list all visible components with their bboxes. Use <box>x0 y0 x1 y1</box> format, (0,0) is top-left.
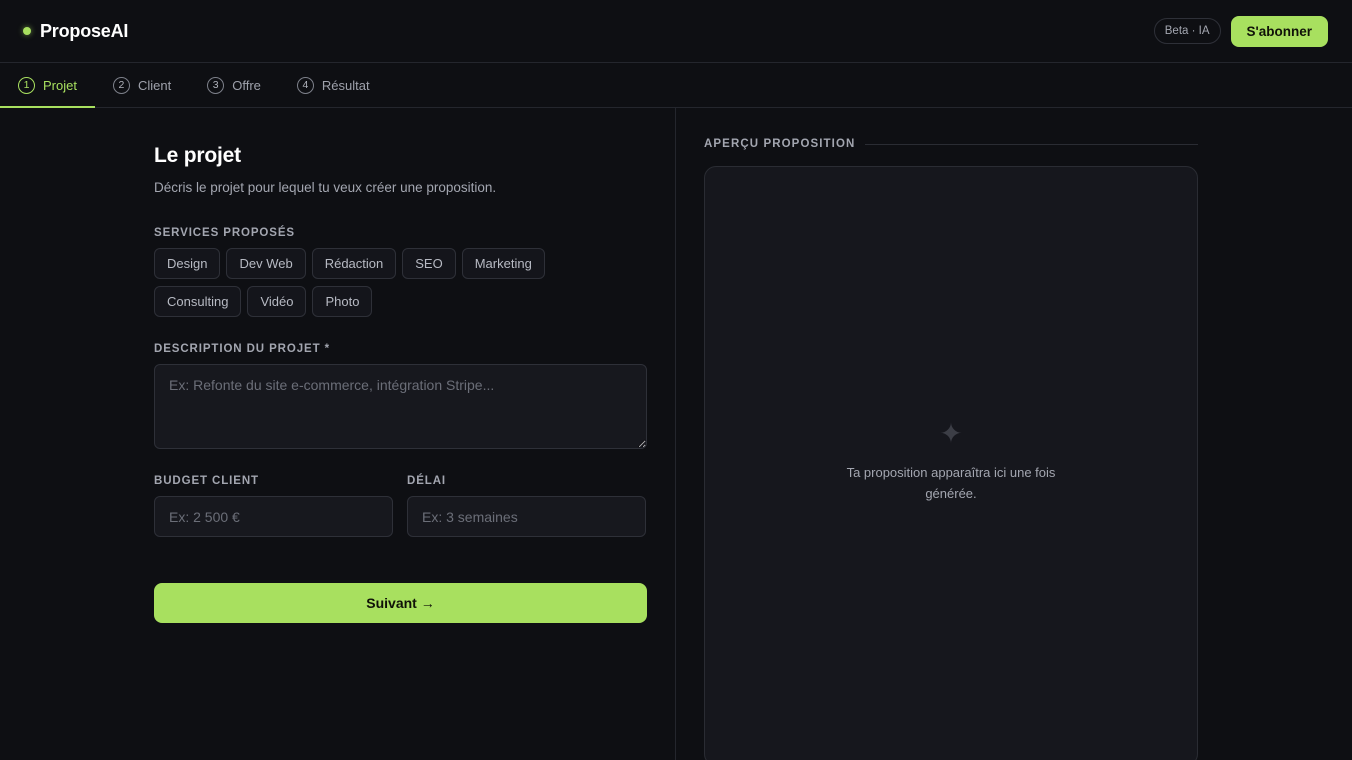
brand-dot-icon <box>23 27 31 35</box>
tab-step-3[interactable]: 3 Offre <box>189 63 279 107</box>
step-number: 1 <box>18 76 35 94</box>
step-number: 3 <box>207 76 225 94</box>
app-header: ProposeAI Beta · IA S'abonner <box>0 0 1352 63</box>
description-label: DESCRIPTION DU PROJET * <box>154 343 330 355</box>
brand-name: ProposeAI <box>40 20 129 41</box>
services-chips: Design Dev Web Rédaction SEO Marketing Consul… <box>154 248 574 317</box>
preview-header: APERÇU PROPOSITION <box>704 138 1198 150</box>
service-chip[interactable]: Consulting <box>154 286 242 317</box>
budget-input[interactable] <box>154 496 393 537</box>
brand[interactable]: ProposeAI <box>23 21 128 42</box>
service-chip[interactable]: Rédaction <box>311 248 397 279</box>
step-label: Projet <box>43 77 77 93</box>
services-label: SERVICES PROPOSÉS <box>154 227 295 239</box>
step-label: Offre <box>232 77 261 93</box>
description-textarea[interactable] <box>154 364 647 449</box>
delay-label: DÉLAI <box>407 475 446 487</box>
service-chip[interactable]: Dev Web <box>226 248 306 279</box>
preview-label: APERÇU PROPOSITION <box>704 138 856 150</box>
preview-empty-text: Ta proposition apparaîtra ici une fois g… <box>846 465 1056 501</box>
page-subtitle: Décris le projet pour lequel tu veux cré… <box>154 180 497 195</box>
preview-panel: APERÇU PROPOSITION ✦ Ta proposition appa… <box>676 108 1352 760</box>
step-number: 4 <box>296 76 314 94</box>
preview-divider <box>865 143 1198 145</box>
beta-badge: Beta · IA <box>1153 18 1221 44</box>
budget-field: BUDGET CLIENT <box>154 475 393 537</box>
main-content: Le projet Décris le projet pour lequel t… <box>0 108 1352 760</box>
tab-step-2[interactable]: 2 Client <box>95 63 189 107</box>
service-chip[interactable]: Marketing <box>461 248 545 279</box>
subscribe-button[interactable]: S'abonner <box>1230 15 1328 47</box>
tab-step-1[interactable]: 1 Projet <box>0 63 95 108</box>
preview-card: ✦ Ta proposition apparaîtra ici une fois… <box>704 166 1198 760</box>
delay-input[interactable] <box>407 496 646 537</box>
header-actions: Beta · IA S'abonner <box>1153 15 1328 47</box>
service-chip[interactable]: Photo <box>312 286 373 317</box>
sparkle-icon: ✦ <box>939 418 963 449</box>
step-tabs: 1 Projet 2 Client 3 Offre 4 Résultat <box>0 63 1352 108</box>
service-chip[interactable]: SEO <box>402 248 456 279</box>
service-chip[interactable]: Vidéo <box>247 286 307 317</box>
budget-label: BUDGET CLIENT <box>154 475 259 487</box>
service-chip[interactable]: Design <box>154 248 221 279</box>
page-title: Le projet <box>154 144 241 167</box>
tab-step-4[interactable]: 4 Résultat <box>279 63 388 107</box>
step-label: Résultat <box>321 77 370 93</box>
project-form: Le projet Décris le projet pour lequel t… <box>0 108 676 760</box>
next-button[interactable]: Suivant → <box>154 583 647 623</box>
budget-delay-row: BUDGET CLIENT DÉLAI <box>154 475 646 537</box>
delay-field: DÉLAI <box>407 475 646 537</box>
step-number: 2 <box>112 76 130 94</box>
step-label: Client <box>137 77 172 93</box>
